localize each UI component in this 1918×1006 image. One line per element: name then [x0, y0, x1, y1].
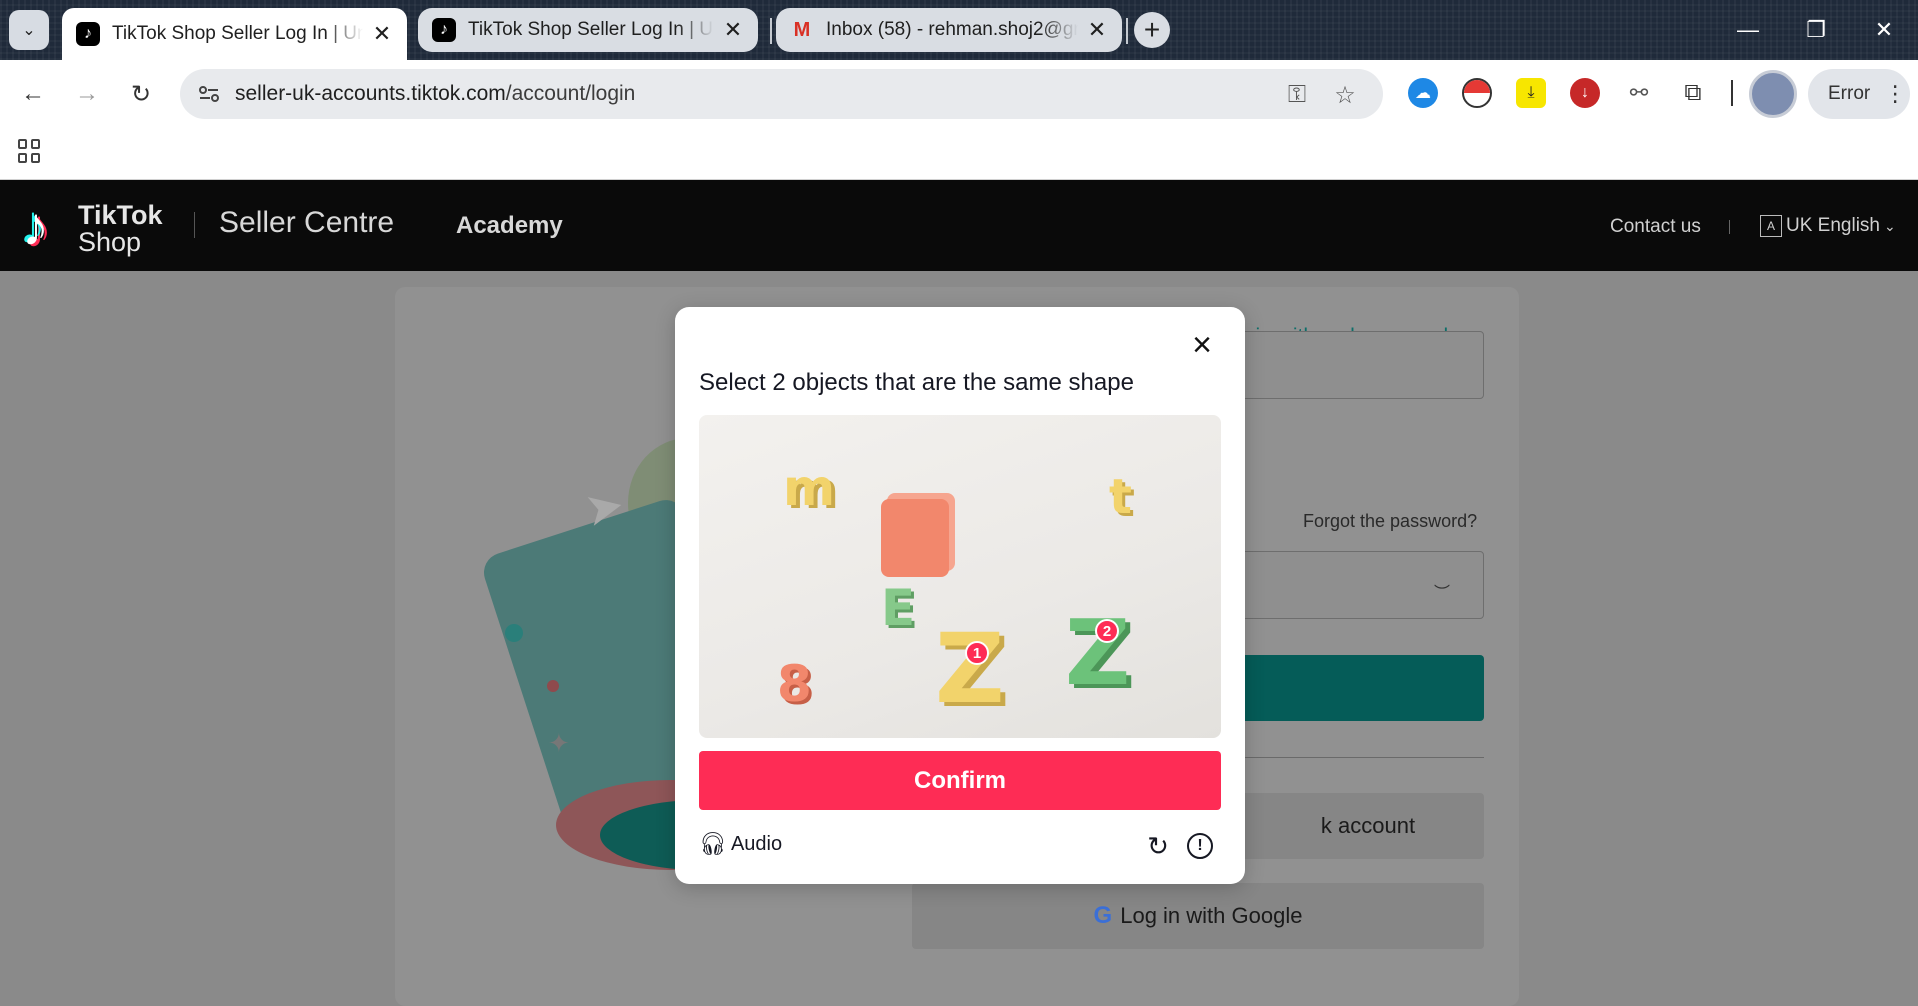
language-selector[interactable]: A UK English ⌄: [1760, 215, 1896, 237]
close-icon: ✕: [1874, 17, 1894, 42]
tab-search-button[interactable]: ⌄: [9, 10, 49, 50]
link-icon[interactable]: ⚯: [1624, 78, 1654, 108]
audio-button[interactable]: 🎧︎ Audio: [699, 831, 782, 857]
apps-grid-icon[interactable]: [18, 139, 42, 163]
object-letter-t[interactable]: t: [1109, 469, 1132, 525]
page-content: ♪ TikTok Shop Seller Centre Academy Cont…: [0, 180, 1918, 1006]
site-info-icon[interactable]: [194, 79, 224, 109]
selection-marker-1[interactable]: 1: [965, 641, 989, 665]
tiktok-account-label: k account: [1320, 813, 1416, 838]
tiktok-note-icon: ♪: [22, 197, 49, 257]
tab-tiktok-seller-login-1[interactable]: ♪ TikTok Shop Seller Log In | United Kin…: [62, 8, 407, 60]
object-letter-e[interactable]: E: [881, 579, 915, 637]
minimize-icon: —: [1737, 17, 1759, 42]
gmail-icon: M: [793, 18, 811, 41]
info-icon[interactable]: !: [1187, 833, 1213, 859]
site-header: ♪ TikTok Shop Seller Centre Academy Cont…: [0, 180, 1918, 271]
object-cube[interactable]: [881, 499, 949, 577]
tab-separator: [770, 18, 772, 44]
object-letter-z-1[interactable]: Z: [935, 613, 1005, 725]
marker-number: 1: [972, 644, 982, 662]
minimize-button[interactable]: —: [1714, 0, 1782, 60]
confirm-button[interactable]: Confirm: [699, 751, 1221, 810]
chevron-down-icon: ⌄: [1884, 217, 1896, 234]
tab-title: TikTok Shop Seller Log In | United Kingd…: [468, 19, 714, 40]
plus-icon: +: [1143, 14, 1161, 45]
translate-icon: A: [1760, 215, 1782, 237]
new-tab-button[interactable]: +: [1134, 12, 1170, 48]
nav-separator: [1729, 220, 1730, 234]
logo-word-shop: Shop: [78, 227, 142, 257]
reload-button[interactable]: ↻: [121, 74, 161, 114]
close-icon[interactable]: ✕: [371, 21, 393, 47]
eye-closed-icon[interactable]: ︶: [1434, 579, 1450, 603]
url-host: seller-uk-accounts.tiktok.com: [235, 82, 506, 105]
restore-icon: ❐: [1806, 17, 1826, 42]
browser-tab-bar: ⌄ ♪ TikTok Shop Seller Log In | United K…: [0, 0, 1918, 60]
reload-icon: ↻: [130, 80, 152, 108]
red-arrow-icon[interactable]: ↓: [1570, 78, 1600, 108]
arrow-right-icon: →: [75, 80, 99, 107]
nav-separator: [194, 212, 195, 238]
puzzle-icon[interactable]: ⧉: [1678, 78, 1708, 108]
cloud-download-icon[interactable]: ☁: [1408, 78, 1438, 108]
contact-us-link[interactable]: Contact us: [1610, 216, 1701, 238]
error-button[interactable]: Error ⋮: [1808, 69, 1910, 119]
forward-button[interactable]: →: [67, 74, 107, 114]
audio-label: Audio: [730, 832, 783, 855]
google-login-label: Log in with Google: [1120, 903, 1303, 928]
pokeball-icon[interactable]: [1462, 78, 1492, 108]
tiktok-icon: ♪: [432, 18, 456, 42]
tab-gmail-inbox[interactable]: M Inbox (58) - rehman.shoj2@gmail.com ✕: [776, 8, 1122, 52]
language-label: UK English: [1786, 215, 1880, 236]
headphones-icon: 🎧︎: [699, 831, 727, 856]
more-vert-icon: ⋮: [1884, 81, 1907, 106]
close-icon[interactable]: ✕: [1086, 17, 1108, 43]
object-letter-m[interactable]: m: [783, 459, 835, 517]
url-text: seller-uk-accounts.tiktok.com/account/lo…: [235, 69, 635, 119]
object-number-8[interactable]: 8: [777, 655, 812, 713]
tab-separator: [1126, 18, 1128, 44]
forgot-password-link[interactable]: Forgot the password?: [1303, 511, 1477, 532]
profile-avatar[interactable]: [1749, 70, 1797, 118]
restore-button[interactable]: ❐: [1782, 0, 1850, 60]
sparkle-icon: ✦: [548, 728, 570, 758]
back-button[interactable]: ←: [13, 74, 53, 114]
error-label: Error: [1828, 83, 1871, 104]
captcha-prompt: Select 2 objects that are the same shape: [699, 369, 1134, 396]
url-path: /account/login: [505, 82, 636, 105]
key-icon[interactable]: ⚿: [1282, 80, 1312, 110]
google-login-button[interactable]: G Log in with Google: [912, 883, 1484, 949]
object-letter-z-2[interactable]: Z: [1065, 601, 1130, 706]
close-icon[interactable]: ×: [1187, 328, 1217, 362]
close-icon[interactable]: ✕: [722, 17, 744, 43]
confirm-label: Confirm: [914, 766, 1006, 794]
toolbar-separator: [1731, 80, 1733, 106]
academy-link[interactable]: Academy: [456, 212, 563, 240]
marker-number: 2: [1102, 622, 1112, 640]
browser-toolbar: ← → ↻ seller-uk-accounts.tiktok.com/acco…: [0, 60, 1918, 180]
tiktok-shop-logo[interactable]: ♪ TikTok Shop: [22, 197, 172, 257]
address-bar[interactable]: seller-uk-accounts.tiktok.com/account/lo…: [180, 69, 1383, 119]
illustration-dot: [505, 624, 523, 642]
tab-tiktok-seller-login-2[interactable]: ♪ TikTok Shop Seller Log In | United Kin…: [418, 8, 758, 52]
tiktok-icon: ♪: [76, 22, 100, 46]
tab-title: Inbox (58) - rehman.shoj2@gmail.com: [826, 19, 1078, 40]
close-window-button[interactable]: ✕: [1850, 0, 1918, 60]
chevron-down-icon: ⌄: [22, 22, 36, 39]
selection-marker-2[interactable]: 2: [1095, 619, 1119, 643]
star-icon[interactable]: ☆: [1330, 80, 1360, 110]
captcha-image[interactable]: m t E 8 Z Z 1 2: [699, 415, 1221, 738]
illustration-dot: [547, 680, 559, 692]
google-icon: G: [1093, 902, 1113, 929]
refresh-icon[interactable]: ↻: [1144, 832, 1172, 860]
captcha-modal: × Select 2 objects that are the same sha…: [675, 307, 1245, 884]
tab-title: TikTok Shop Seller Log In | United Kingd…: [112, 23, 363, 44]
seller-centre-title[interactable]: Seller Centre: [219, 206, 394, 240]
arrow-left-icon: ←: [21, 80, 45, 107]
download-box-icon[interactable]: ⤓: [1516, 78, 1546, 108]
